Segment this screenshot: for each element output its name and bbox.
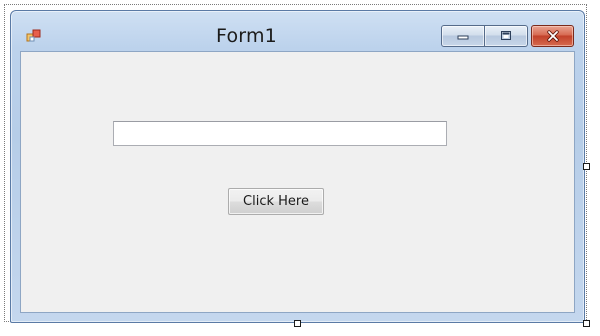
minimize-icon (457, 35, 469, 40)
maximize-button[interactable] (485, 25, 528, 47)
close-icon (546, 30, 559, 42)
resize-handle-right[interactable] (583, 163, 590, 170)
maximize-icon (501, 31, 511, 40)
title-bar[interactable]: Form1 (11, 11, 584, 51)
close-button[interactable] (531, 25, 574, 47)
form-app-icon (26, 29, 41, 42)
resize-handle-bottom-right[interactable] (583, 320, 590, 327)
click-here-button[interactable]: Click Here (228, 188, 324, 215)
resize-handle-bottom[interactable] (294, 320, 301, 327)
form-client-area: Click Here (20, 51, 575, 313)
window-title: Form1 (216, 25, 277, 47)
text-input[interactable] (113, 121, 447, 146)
minimize-button[interactable] (441, 25, 485, 47)
form-window: Form1 Click Here (10, 10, 585, 323)
